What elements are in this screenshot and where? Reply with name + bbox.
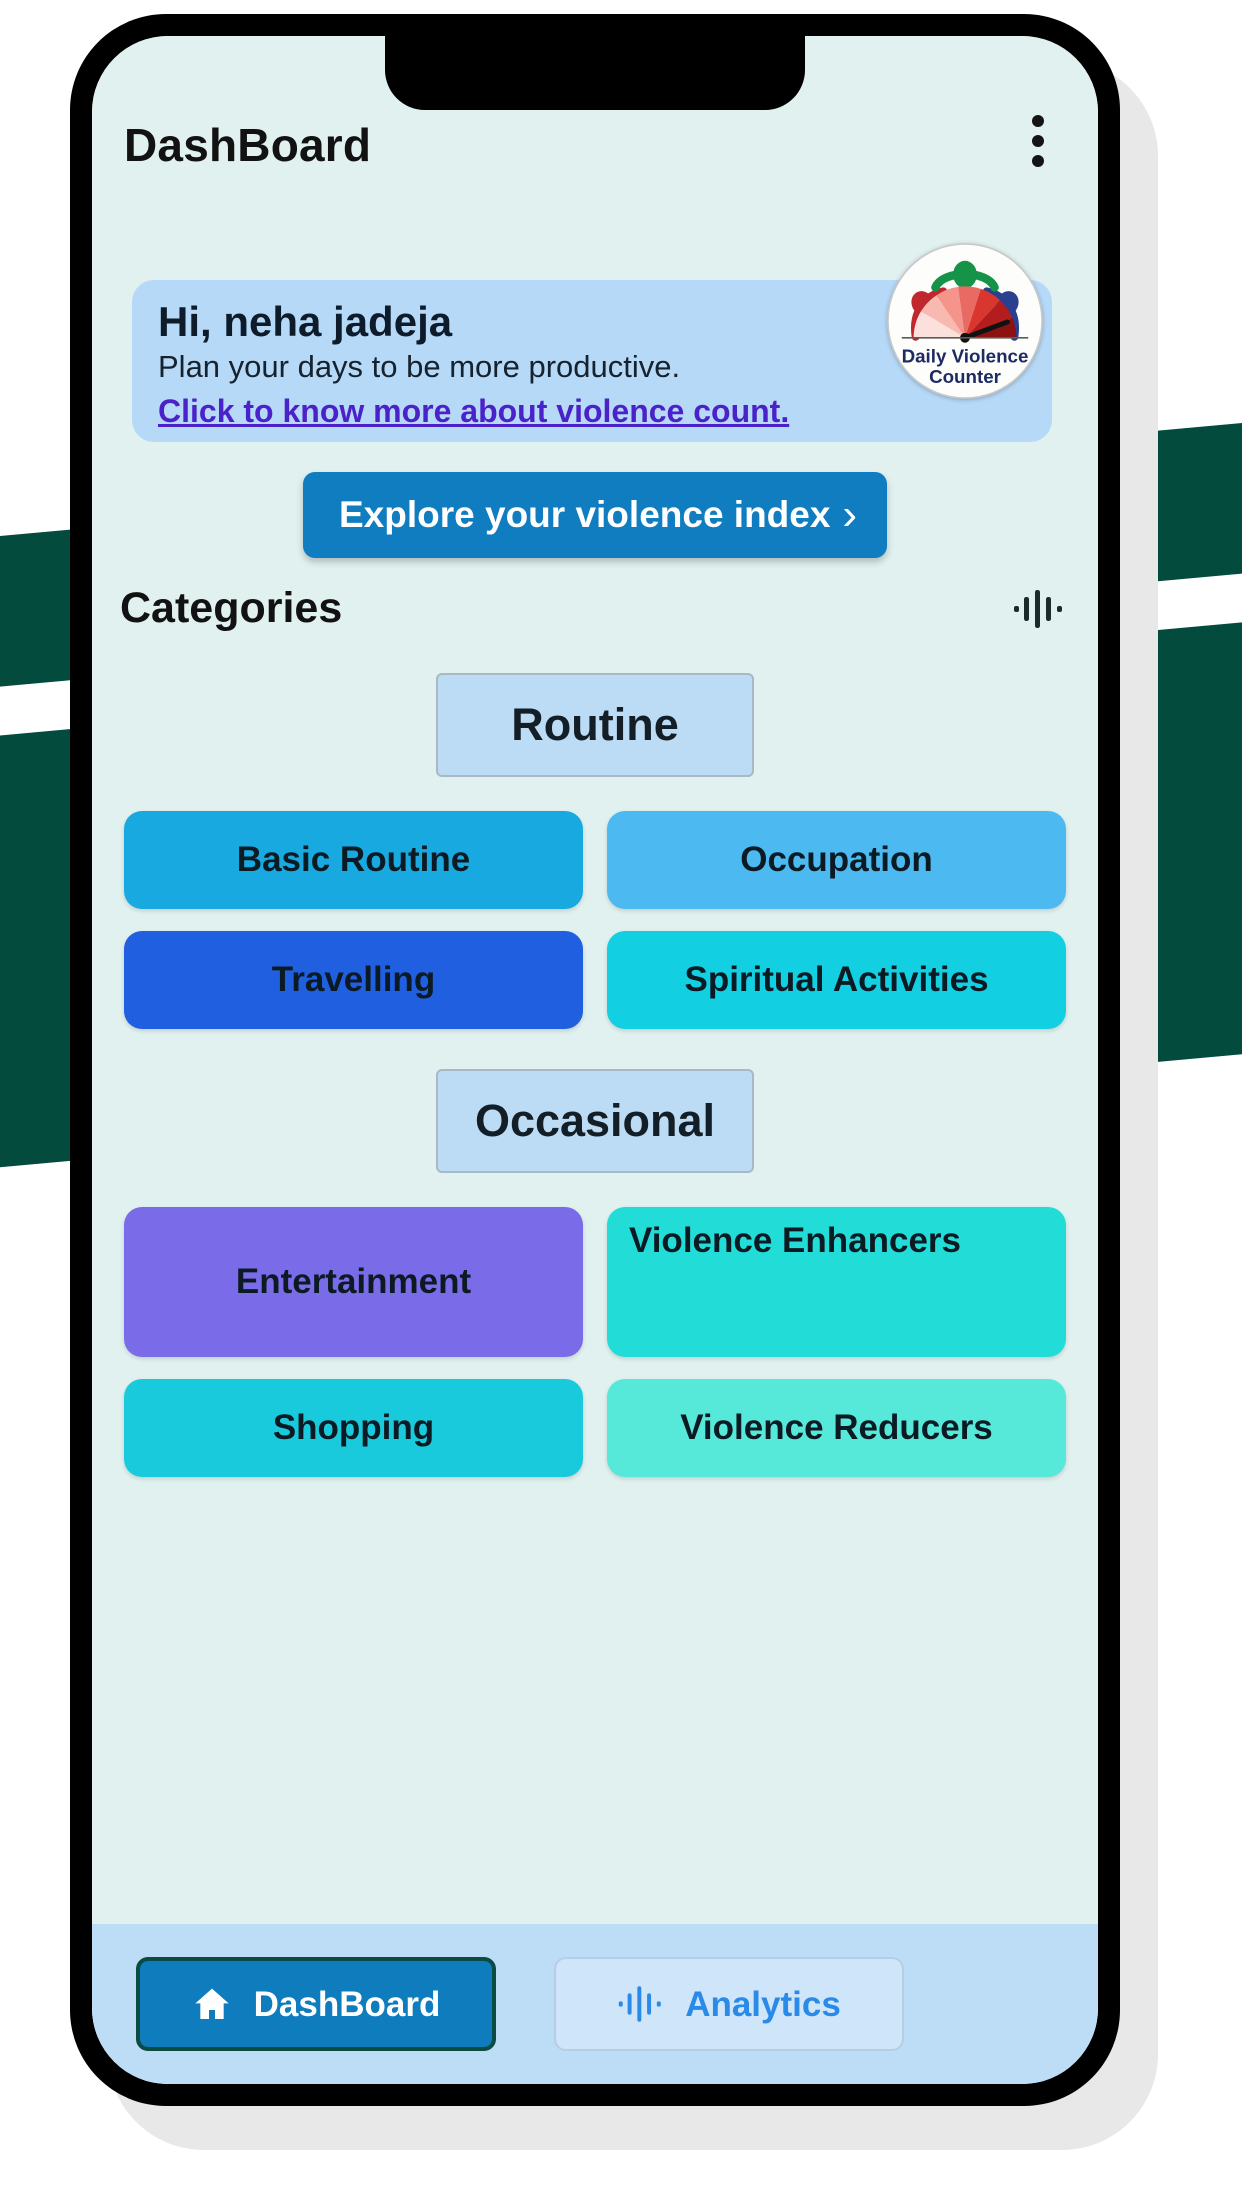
logo-text-line2: Counter: [929, 366, 1002, 387]
nav-item-analytics[interactable]: Analytics: [554, 1957, 904, 2051]
audio-waveform-icon[interactable]: [1012, 586, 1064, 632]
chevron-right-icon: ›: [842, 490, 857, 539]
more-dot: [1032, 135, 1044, 147]
more-dot: [1032, 115, 1044, 127]
app-root: DashBoard Hi, neha jadeja Plan your days…: [92, 36, 1098, 2084]
category-tile-basic-routine[interactable]: Basic Routine: [124, 811, 583, 909]
phone-screen: DashBoard Hi, neha jadeja Plan your days…: [92, 36, 1098, 2084]
nav-label-analytics: Analytics: [685, 1984, 841, 2024]
category-tile-violence-enhancers[interactable]: Violence Enhancers: [607, 1207, 1066, 1357]
categories-title: Categories: [120, 584, 343, 632]
phone-notch: [385, 36, 805, 110]
category-tile-spiritual-activities[interactable]: Spiritual Activities: [607, 931, 1066, 1029]
tile-grid-routine: Basic Routine Occupation Travelling Spir…: [118, 811, 1072, 1029]
phone-frame: DashBoard Hi, neha jadeja Plan your days…: [70, 14, 1120, 2106]
home-icon: [194, 1988, 229, 2019]
section-header-routine: Routine: [118, 673, 1072, 777]
audio-waveform-icon: [618, 1986, 661, 2022]
daily-violence-counter-logo: Daily Violence Counter: [887, 243, 1043, 399]
hero-section: Hi, neha jadeja Plan your days to be mor…: [118, 242, 1072, 442]
more-dot: [1032, 155, 1044, 167]
category-tile-travelling[interactable]: Travelling: [124, 931, 583, 1029]
logo-text-line1: Daily Violence: [902, 345, 1029, 366]
violence-count-info-link[interactable]: Click to know more about violence count.: [158, 393, 789, 430]
category-tile-shopping[interactable]: Shopping: [124, 1379, 583, 1477]
more-vertical-icon[interactable]: [1010, 110, 1066, 172]
explore-button-label: Explore your violence index: [339, 494, 831, 535]
section-chip-routine[interactable]: Routine: [436, 673, 754, 777]
nav-item-dashboard[interactable]: DashBoard: [136, 1957, 496, 2051]
categories-header: Categories: [118, 584, 1072, 633]
explore-violence-index-button[interactable]: Explore your violence index ›: [303, 472, 887, 558]
tile-grid-occasional: Entertainment Violence Enhancers Shoppin…: [118, 1207, 1072, 1477]
section-chip-occasional[interactable]: Occasional: [436, 1069, 754, 1173]
nav-label-dashboard: DashBoard: [253, 1984, 441, 2024]
explore-button-row: Explore your violence index ›: [118, 472, 1072, 558]
dashboard-content: Hi, neha jadeja Plan your days to be mor…: [92, 186, 1098, 1924]
category-tile-occupation[interactable]: Occupation: [607, 811, 1066, 909]
category-tile-entertainment[interactable]: Entertainment: [124, 1207, 583, 1357]
bottom-navigation: DashBoard Analytics: [92, 1924, 1098, 2084]
category-tile-violence-reducers[interactable]: Violence Reducers: [607, 1379, 1066, 1477]
section-header-occasional: Occasional: [118, 1069, 1072, 1173]
page-title: DashBoard: [124, 119, 372, 171]
